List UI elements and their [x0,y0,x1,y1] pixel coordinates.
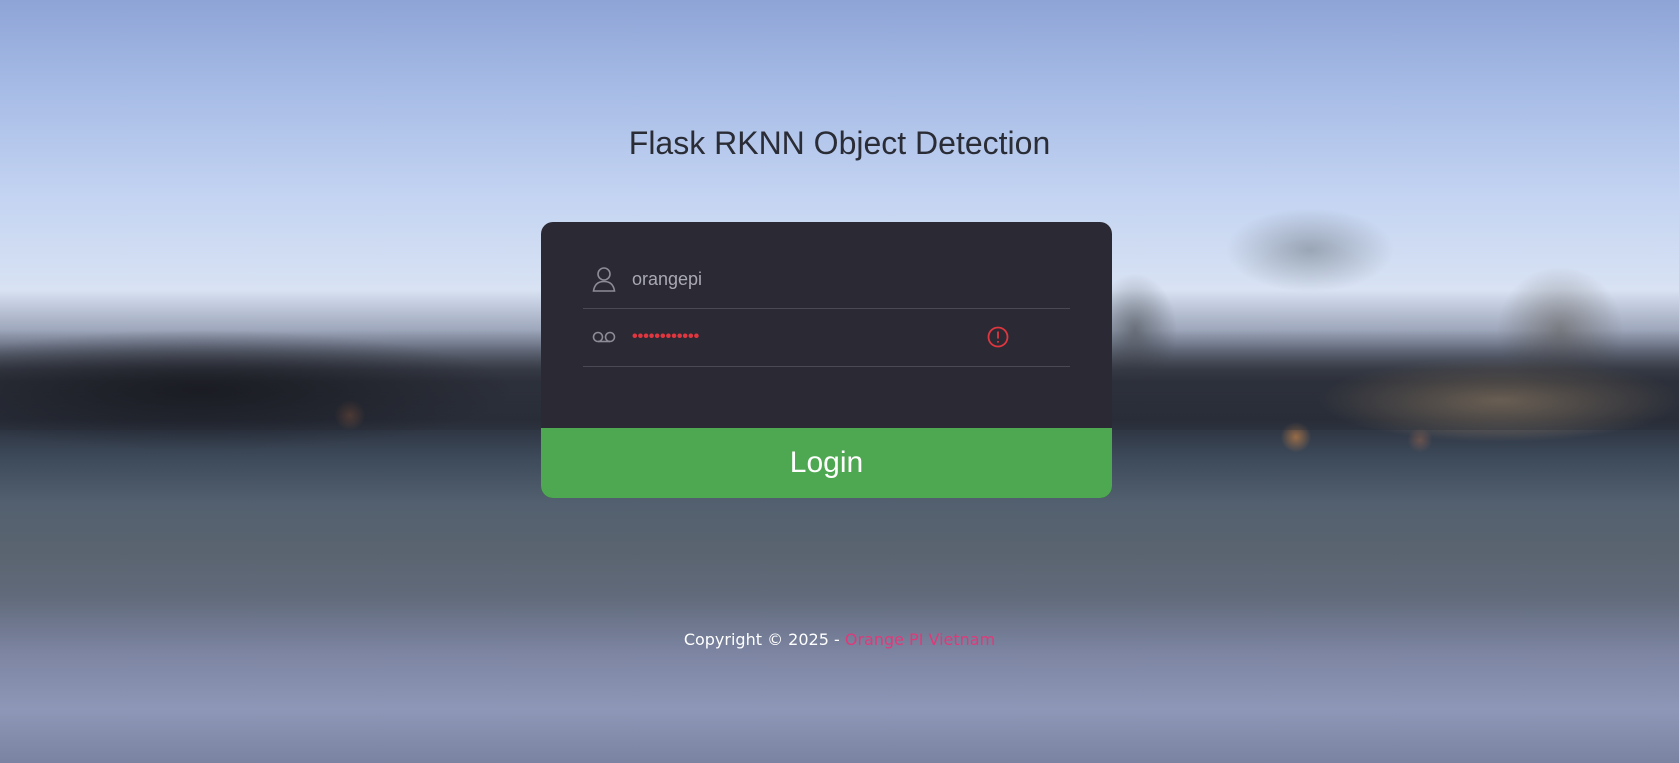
username-input[interactable] [632,268,972,290]
password-input[interactable]: •••••••••••• [632,328,972,346]
login-button[interactable]: Login [541,428,1112,498]
login-card: •••••••••••• Login [541,222,1112,498]
background-shadow [0,320,600,460]
footer: Copyright © 2025 - Orange PI Vietnam [0,630,1679,649]
key-icon [592,324,616,350]
user-icon [592,266,616,292]
footer-link-orange-pi-vietnam[interactable]: Orange PI Vietnam [845,630,995,649]
password-field[interactable]: •••••••••••• [583,308,1070,367]
page-title: Flask RKNN Object Detection [628,125,1051,161]
username-field[interactable] [583,250,1070,309]
alert-circle-icon [987,326,1009,348]
copyright-text: Copyright © 2025 - [683,630,840,649]
